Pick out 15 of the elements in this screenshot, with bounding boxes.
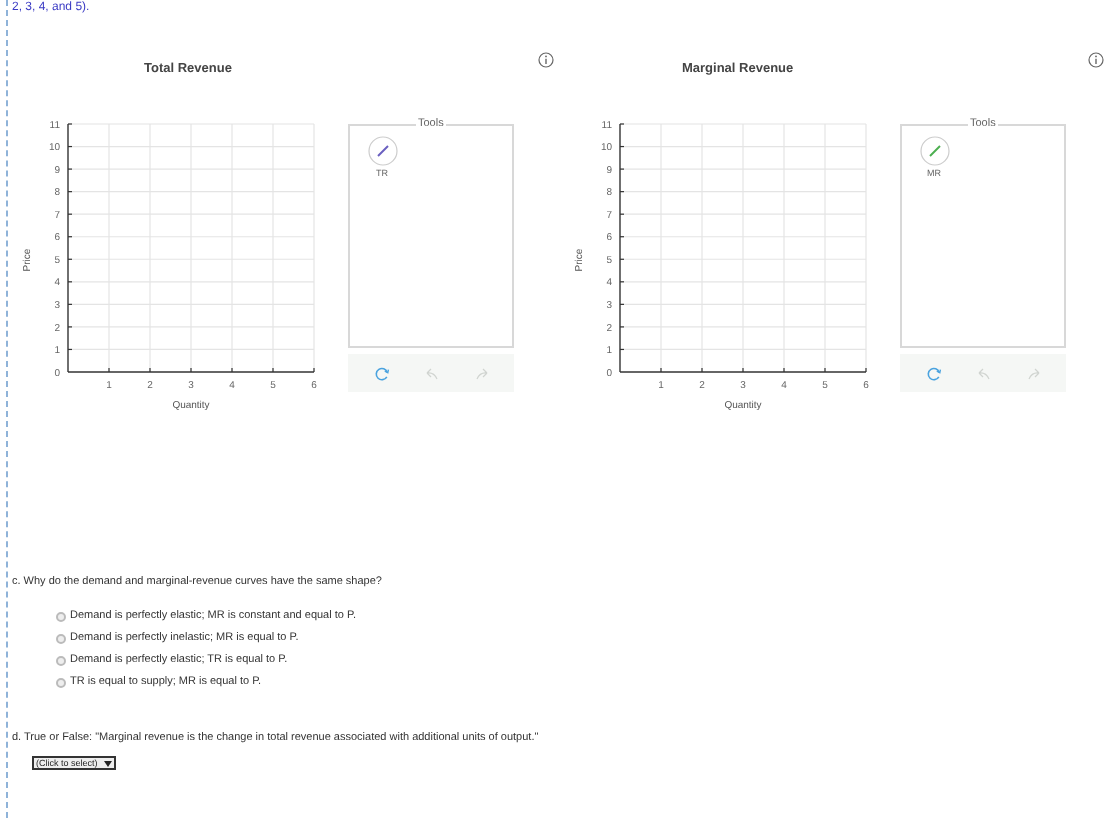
radio-button[interactable] — [56, 633, 66, 643]
line-tool-icon — [919, 136, 949, 166]
redo-icon[interactable] — [1025, 365, 1041, 381]
reset-icon[interactable] — [925, 365, 941, 381]
radio-button[interactable] — [56, 677, 66, 687]
info-icon[interactable] — [538, 52, 554, 68]
radio-button[interactable] — [56, 655, 66, 665]
redo-icon[interactable] — [473, 365, 489, 381]
info-icon[interactable] — [1088, 52, 1104, 68]
undo-icon[interactable] — [423, 365, 439, 381]
line-tool-icon — [367, 136, 397, 166]
undo-icon[interactable] — [975, 365, 991, 381]
reset-icon[interactable] — [373, 365, 389, 381]
dropdown-arrow-icon — [103, 759, 112, 767]
radio-button[interactable] — [56, 611, 66, 621]
